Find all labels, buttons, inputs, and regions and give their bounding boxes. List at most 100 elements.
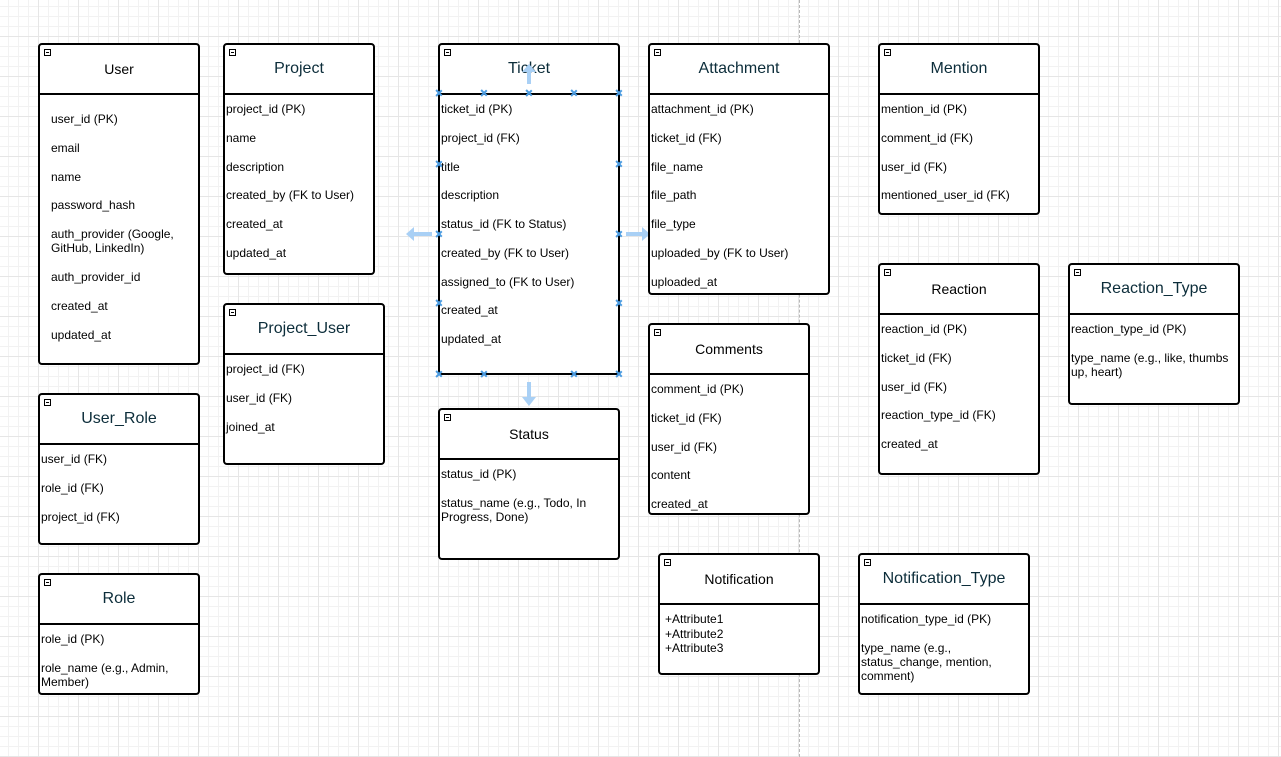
entity-title: Notification	[704, 571, 774, 587]
collapse-icon[interactable]	[654, 49, 661, 56]
field: mentioned_user_id (FK)	[881, 188, 1010, 202]
entity-mention[interactable]: Mention mention_id (PK) comment_id (FK) …	[878, 43, 1040, 215]
collapse-icon[interactable]	[884, 269, 891, 276]
entity-header: Project	[225, 45, 373, 95]
collapse-icon[interactable]	[44, 399, 51, 406]
resize-handle[interactable]	[526, 90, 532, 96]
field: project_id (FK)	[41, 510, 120, 524]
field: status_id (FK to Status)	[441, 217, 567, 231]
field: user_id (PK)	[51, 112, 118, 126]
resize-handle[interactable]	[616, 90, 622, 96]
collapse-icon[interactable]	[654, 329, 661, 336]
field: assigned_to (FK to User)	[441, 275, 575, 289]
field: project_id (FK)	[226, 362, 305, 376]
field: user_id (FK)	[226, 391, 293, 405]
field: file_type	[651, 217, 696, 231]
field: user_id (FK)	[651, 440, 718, 454]
resize-handle[interactable]	[481, 90, 487, 96]
field: status_name (e.g., Todo, In Progress, Do…	[441, 496, 587, 524]
entity-reaction-type[interactable]: Reaction_Type reaction_type_id (PK) type…	[1068, 263, 1240, 405]
collapse-icon[interactable]	[229, 309, 236, 316]
field: reaction_id (PK)	[881, 322, 968, 336]
collapse-icon[interactable]	[884, 49, 891, 56]
field: type_name (e.g., like, thumbs up, heart)	[1071, 351, 1229, 379]
field: description	[226, 160, 285, 174]
field: uploaded_at	[651, 275, 718, 289]
entity-attachment[interactable]: Attachment attachment_id (PK) ticket_id …	[648, 43, 830, 295]
collapse-icon[interactable]	[664, 559, 671, 566]
resize-handle[interactable]	[436, 90, 442, 96]
entity-header: Notification	[660, 555, 818, 605]
field: description	[441, 188, 500, 202]
resize-handle[interactable]	[436, 371, 442, 377]
collapse-icon[interactable]	[444, 414, 451, 421]
resize-handle[interactable]	[571, 90, 577, 96]
field: password_hash	[51, 198, 136, 212]
field: project_id (FK)	[441, 131, 520, 145]
entity-project-user[interactable]: Project_User project_id (FK) user_id (FK…	[223, 303, 385, 465]
entity-project[interactable]: Project project_id (PK) name description…	[223, 43, 375, 275]
entity-title: Project	[274, 60, 324, 77]
field: content	[651, 468, 691, 482]
resize-handle[interactable]	[436, 161, 442, 167]
field: created_at	[226, 217, 283, 231]
field: title	[441, 160, 460, 174]
resize-handle[interactable]	[616, 161, 622, 167]
connect-arrow-right-icon[interactable]	[626, 226, 650, 242]
field: type_name (e.g., status_change, mention,…	[861, 641, 992, 683]
field: created_at	[651, 497, 708, 511]
connect-arrow-down-icon[interactable]	[521, 382, 537, 406]
entity-title: Reaction	[931, 281, 987, 297]
entity-title: Reaction_Type	[1100, 280, 1208, 297]
field: ticket_id (FK)	[881, 351, 952, 365]
field: reaction_type_id (FK)	[881, 408, 996, 422]
entity-role[interactable]: Role role_id (PK) role_name (e.g., Admin…	[38, 573, 200, 695]
resize-handle[interactable]	[571, 371, 577, 377]
collapse-icon[interactable]	[444, 49, 451, 56]
resize-handle[interactable]	[616, 371, 622, 377]
field: role_name (e.g., Admin, Member)	[41, 661, 169, 689]
collapse-icon[interactable]	[44, 579, 51, 586]
field: created_at	[441, 303, 498, 317]
entity-user-role[interactable]: User_Role user_id (FK) role_id (FK) proj…	[38, 393, 200, 545]
entity-notification[interactable]: Notification +Attribute1 +Attribute2 +At…	[658, 553, 820, 675]
entity-title: Status	[509, 426, 549, 442]
field: name	[51, 170, 82, 184]
entity-title: User	[104, 61, 134, 77]
field: mention_id (PK)	[881, 102, 968, 116]
field: notification_type_id (PK)	[861, 612, 992, 626]
entity-header: User_Role	[40, 395, 198, 445]
collapse-icon[interactable]	[864, 559, 871, 566]
field: created_at	[881, 437, 938, 451]
resize-handle[interactable]	[481, 371, 487, 377]
resize-handle[interactable]	[436, 300, 442, 306]
attribute-list: +Attribute1 +Attribute2 +Attribute3	[665, 612, 724, 655]
entity-header: Notification_Type	[860, 555, 1028, 605]
entity-header: Attachment	[650, 45, 828, 95]
entity-reaction[interactable]: Reaction reaction_id (PK) ticket_id (FK)…	[878, 263, 1040, 475]
connect-arrow-up-icon[interactable]	[521, 64, 537, 84]
field: ticket_id (PK)	[441, 102, 513, 116]
field: user_id (FK)	[881, 380, 948, 394]
field: email	[51, 141, 80, 155]
resize-handle[interactable]	[616, 231, 622, 237]
connect-arrow-left-icon[interactable]	[406, 226, 432, 242]
entity-title: Comments	[695, 341, 763, 357]
entity-status[interactable]: Status status_id (PK) status_name (e.g.,…	[438, 408, 620, 560]
collapse-icon[interactable]	[229, 49, 236, 56]
field: created_by (FK to User)	[441, 246, 570, 260]
field: file_name	[651, 160, 704, 174]
entity-header: User	[40, 45, 198, 95]
field: updated_at	[441, 332, 502, 346]
collapse-icon[interactable]	[1074, 269, 1081, 276]
entity-comments[interactable]: Comments comment_id (PK) ticket_id (FK) …	[648, 323, 810, 515]
field: user_id (FK)	[881, 160, 948, 174]
entity-user[interactable]: User user_id (PK) email name password_ha…	[38, 43, 200, 365]
field: ticket_id (FK)	[651, 411, 722, 425]
resize-handle[interactable]	[436, 231, 442, 237]
entity-notification-type[interactable]: Notification_Type notification_type_id (…	[858, 553, 1030, 695]
field: status_id (PK)	[441, 467, 517, 481]
field: comment_id (PK)	[651, 382, 744, 396]
collapse-icon[interactable]	[44, 49, 51, 56]
resize-handle[interactable]	[616, 300, 622, 306]
